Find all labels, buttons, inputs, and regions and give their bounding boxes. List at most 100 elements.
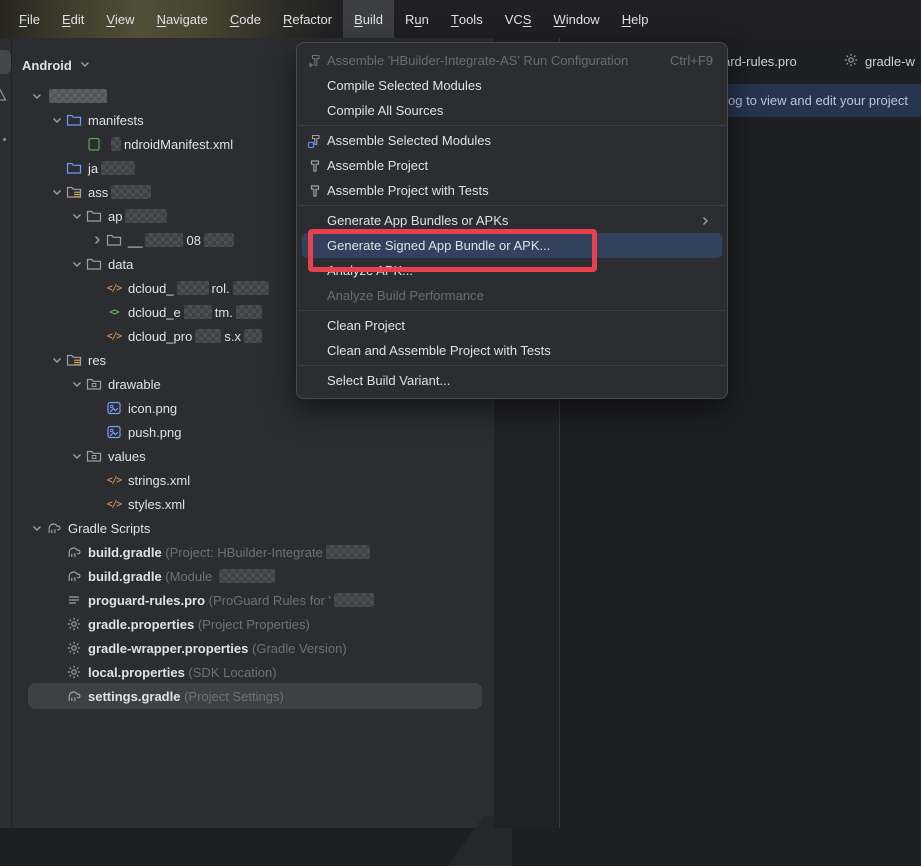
tree-item-proguard-rules-pro[interactable]: proguard-rules.pro (ProGuard Rules for ' — [12, 588, 494, 612]
chevron-down-icon[interactable] — [68, 376, 86, 392]
menubar-item-build[interactable]: Build — [343, 0, 394, 38]
tree-item-label: gradle-wrapper.properties (Gradle Versio… — [88, 641, 347, 656]
chevron-down-icon[interactable] — [48, 352, 66, 368]
tree-item-label: gradle.properties (Project Properties) — [88, 617, 310, 632]
icon-spacer — [305, 343, 325, 359]
folder-icon — [86, 256, 102, 272]
menu-separator — [298, 205, 726, 206]
censored-text — [204, 233, 234, 247]
menu-item-select-build-variant[interactable]: Select Build Variant... — [297, 368, 727, 393]
chevron-down-icon[interactable] — [48, 112, 66, 128]
censored-text — [111, 137, 121, 151]
chevron-down-icon[interactable] — [48, 184, 66, 200]
chevron-spacer — [88, 304, 106, 320]
menu-item-assemble-project[interactable]: Assemble Project — [297, 153, 727, 178]
folder-res-icon — [86, 376, 102, 392]
tree-item-label: ass — [88, 185, 154, 200]
menubar-item-refactor[interactable]: Refactor — [272, 0, 343, 38]
more-tool-icon[interactable] — [3, 138, 6, 141]
menu-item-label: Compile Selected Modules — [327, 78, 482, 93]
tree-item-push-png[interactable]: push.png — [12, 420, 494, 444]
tool-window-strip — [0, 38, 12, 828]
commit-tool-icon[interactable] — [0, 88, 7, 105]
gear-icon — [66, 640, 82, 656]
tree-item-label: styles.xml — [128, 497, 185, 512]
chevron-down-icon[interactable] — [68, 208, 86, 224]
icon-spacer — [305, 213, 325, 229]
chevron-spacer — [48, 568, 66, 584]
tree-item-label: strings.xml — [128, 473, 190, 488]
project-view-selector[interactable]: Android — [22, 58, 72, 73]
tree-item-gradle-wrapper-properties[interactable]: gradle-wrapper.properties (Gradle Versio… — [12, 636, 494, 660]
tree-item-settings-gradle[interactable]: settings.gradle (Project Settings) — [12, 684, 494, 708]
menu-item-compile-selected-modules[interactable]: Compile Selected Modules — [297, 73, 727, 98]
menubar-item-run[interactable]: Run — [394, 0, 440, 38]
tree-item-label: manifests — [88, 113, 144, 128]
menu-item-label: Generate App Bundles or APKs — [327, 213, 508, 228]
tab-label: ard-rules.pro — [723, 54, 797, 69]
chevron-down-icon[interactable] — [68, 448, 86, 464]
tree-item-label: proguard-rules.pro (ProGuard Rules for ' — [88, 593, 377, 608]
menubar-item-window[interactable]: Window — [542, 0, 610, 38]
menu-item-assemble-hbuilder-integrate-as-run-configuration[interactable]: Assemble 'HBuilder-Integrate-AS' Run Con… — [297, 48, 727, 73]
tree-item-styles-xml[interactable]: </>styles.xml — [12, 492, 494, 516]
tree-item-local-properties[interactable]: local.properties (SDK Location) — [12, 660, 494, 684]
tree-item-gradle-properties[interactable]: gradle.properties (Project Properties) — [12, 612, 494, 636]
gradle-icon — [66, 688, 82, 704]
menubar-item-code[interactable]: Code — [219, 0, 272, 38]
tree-item-label: __08 — [128, 233, 237, 248]
menu-separator — [298, 365, 726, 366]
menu-item-label: Analyze Build Performance — [327, 288, 484, 303]
folder-blue-icon — [66, 112, 82, 128]
menubar-item-help[interactable]: Help — [611, 0, 660, 38]
tab-gradle-wrapper[interactable]: gradle-w — [843, 38, 915, 84]
menubar-item-tools[interactable]: Tools — [440, 0, 494, 38]
menu-item-clean-and-assemble-project-with-tests[interactable]: Clean and Assemble Project with Tests — [297, 338, 727, 363]
censored-text — [177, 281, 209, 295]
tree-item-label — [46, 89, 110, 103]
tree-item-label: ap — [108, 209, 170, 224]
menu-item-analyze-build-performance[interactable]: Analyze Build Performance — [297, 283, 727, 308]
menu-item-clean-project[interactable]: Clean Project — [297, 313, 727, 338]
tree-item-icon-png[interactable]: icon.png — [12, 396, 494, 420]
censored-text — [244, 329, 262, 343]
menubar-item-view[interactable]: View — [95, 0, 145, 38]
folder-blue-icon — [66, 160, 82, 176]
tree-item-label: build.gradle (Project: HBuilder-Integrat… — [88, 545, 373, 560]
banner-text: og to view and edit your project — [728, 84, 908, 117]
tree-item-label: push.png — [128, 425, 182, 440]
tab-label: gradle-w — [865, 54, 915, 69]
gear-icon — [843, 52, 859, 71]
chevron-down-icon[interactable] — [28, 520, 46, 536]
tree-item-label: dcloud_etm. — [128, 305, 265, 320]
censored-text — [334, 593, 374, 607]
menu-item-assemble-selected-modules[interactable]: Assemble Selected Modules — [297, 128, 727, 153]
tree-item-gradle-scripts[interactable]: Gradle Scripts — [12, 516, 494, 540]
gradle-icon — [66, 568, 82, 584]
folder-res-icon — [86, 448, 102, 464]
project-tool-button[interactable] — [0, 50, 11, 74]
menubar-item-vcs[interactable]: VCS — [494, 0, 543, 38]
menu-item-compile-all-sources[interactable]: Compile All Sources — [297, 98, 727, 123]
tree-item-label: dcloud_rol. — [128, 281, 272, 296]
tree-item-strings-xml[interactable]: </>strings.xml — [12, 468, 494, 492]
icon-spacer — [305, 373, 325, 389]
menu-item-assemble-project-with-tests[interactable]: Assemble Project with Tests — [297, 178, 727, 203]
chevron-down-icon[interactable] — [68, 256, 86, 272]
menubar-item-navigate[interactable]: Navigate — [146, 0, 219, 38]
chevron-right-icon[interactable] — [88, 232, 106, 248]
menubar-item-file[interactable]: File — [8, 0, 51, 38]
hammer-icon — [305, 183, 325, 199]
tab-proguard-rules[interactable]: ard-rules.pro — [723, 38, 797, 84]
android-studio-window: { "menubar": { "items": [ {"label":"File… — [0, 0, 921, 828]
chevron-down-icon[interactable] — [28, 88, 46, 104]
xml-icon: </> — [106, 280, 122, 296]
manifest-icon — [86, 136, 102, 152]
hammer-module-icon — [305, 133, 325, 149]
censored-text — [111, 185, 151, 199]
menubar-item-edit[interactable]: Edit — [51, 0, 95, 38]
tree-item-label: res — [88, 353, 106, 368]
tree-item-build-gradle-module[interactable]: build.gradle (Module — [12, 564, 494, 588]
tree-item-build-gradle-project[interactable]: build.gradle (Project: HBuilder-Integrat… — [12, 540, 494, 564]
tree-item-values[interactable]: values — [12, 444, 494, 468]
